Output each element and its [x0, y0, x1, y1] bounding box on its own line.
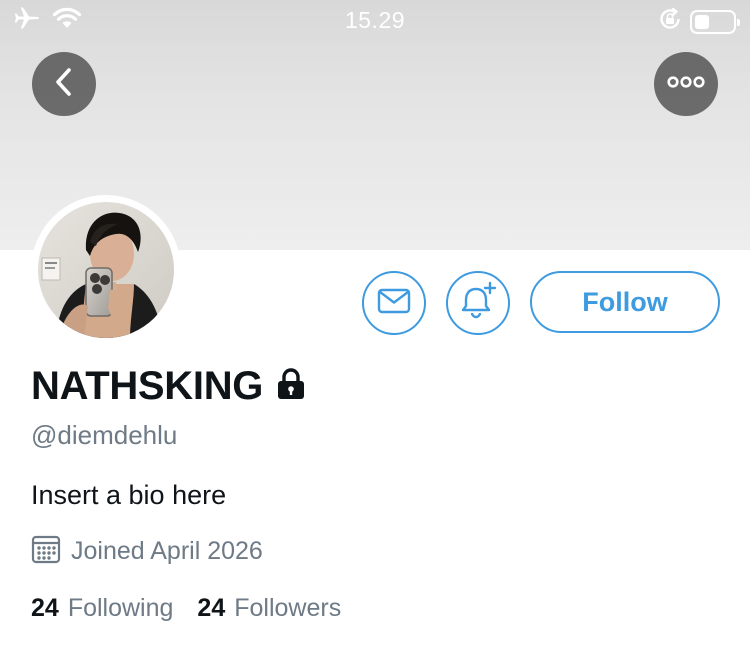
followers-link[interactable]: 24 Followers — [197, 594, 341, 623]
follow-stats: 24 Following 24 Followers — [31, 594, 341, 623]
notifications-button[interactable] — [446, 271, 510, 335]
follow-button[interactable]: Follow — [530, 271, 720, 333]
following-label: Following — [67, 594, 174, 622]
status-bar: 15.29 — [0, 0, 750, 40]
message-button[interactable] — [362, 271, 426, 335]
profile-handle: @diemdehlu — [31, 420, 178, 450]
ellipsis-icon — [666, 75, 706, 94]
display-name: NATHSKING — [31, 364, 264, 408]
back-button[interactable] — [32, 52, 96, 116]
envelope-icon — [377, 287, 411, 320]
avatar-photo — [38, 202, 174, 338]
battery-icon — [690, 9, 740, 34]
status-time: 15.29 — [344, 7, 406, 33]
profile-name-row: NATHSKING — [31, 364, 307, 409]
lock-icon — [275, 367, 307, 406]
joined-date: Joined April 2026 — [71, 537, 263, 565]
rotation-lock-icon — [658, 7, 682, 36]
more-options-button[interactable] — [654, 52, 718, 116]
avatar[interactable] — [31, 195, 181, 345]
bell-plus-icon — [458, 281, 498, 326]
joined-row: Joined April 2026 — [31, 534, 263, 569]
profile-bio: Insert a bio here — [31, 480, 227, 510]
chevron-left-icon — [52, 66, 76, 103]
status-right — [658, 7, 740, 36]
following-link[interactable]: 24 Following — [31, 594, 173, 623]
followers-label: Followers — [234, 594, 342, 622]
calendar-icon — [31, 534, 61, 569]
followers-count: 24 — [197, 594, 226, 622]
following-count: 24 — [31, 594, 59, 622]
